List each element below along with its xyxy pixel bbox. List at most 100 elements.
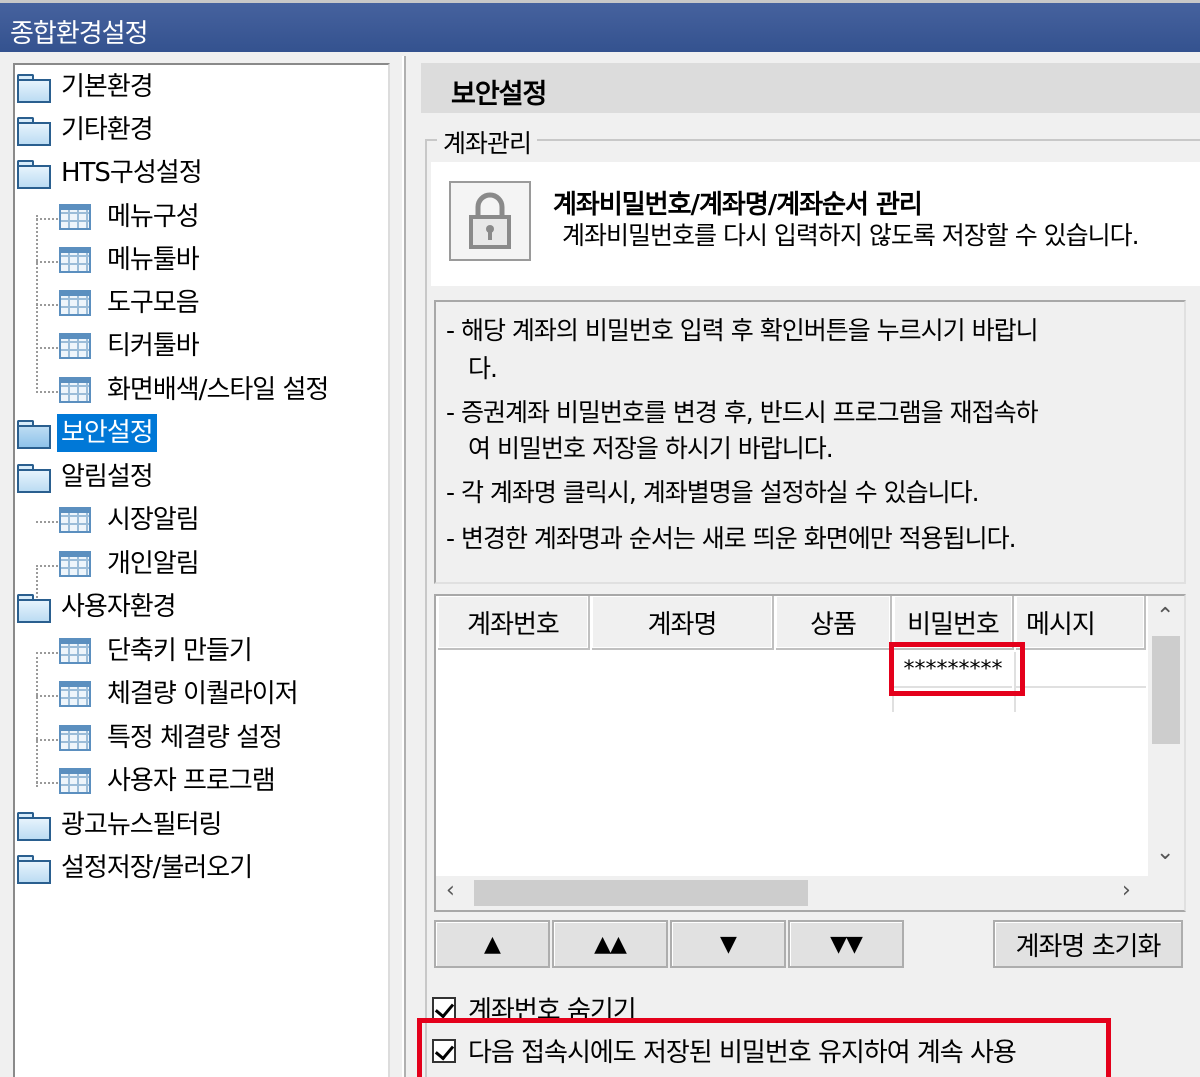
password-cell[interactable]: ********* bbox=[894, 652, 1012, 688]
tree-item-screen-style[interactable]: 화면배색/스타일 설정 bbox=[59, 370, 332, 410]
grid-icon bbox=[59, 681, 91, 707]
scroll-up-icon[interactable]: ⌃ bbox=[1156, 604, 1174, 629]
tree-item-menu-config[interactable]: 메뉴구성 bbox=[59, 197, 203, 237]
hide-account-checkbox-row[interactable]: 계좌번호 숨기기 bbox=[432, 990, 637, 1027]
tree-connector bbox=[36, 652, 58, 654]
tree-item-equalizer[interactable]: 체결량 이퀄라이저 bbox=[59, 674, 302, 714]
tree-connector bbox=[36, 521, 58, 523]
tree-item-label: 도구모음 bbox=[107, 288, 200, 318]
settings-tree[interactable]: 기본환경 기타환경 HTS구성설정 메뉴구성 메뉴툴바 도구모음 티커툴바 화면… bbox=[13, 63, 390, 1077]
tree-connector bbox=[36, 652, 38, 787]
tree-item-label: 설정저장/불러오기 bbox=[61, 853, 253, 883]
move-bottom-button[interactable]: ▼▼ bbox=[788, 920, 904, 968]
tree-item-label: 시장알림 bbox=[107, 505, 200, 535]
tree-item-label: 개인알림 bbox=[107, 549, 200, 579]
tree-item-ticker-toolbar[interactable]: 티커툴바 bbox=[59, 326, 203, 366]
tree-connector bbox=[36, 739, 58, 741]
grid-icon bbox=[59, 725, 91, 751]
note-line: 여 비밀번호 저장을 하시기 바랍니다. bbox=[468, 434, 834, 463]
tree-item-ad-news-filter[interactable]: 광고뉴스필터링 bbox=[17, 805, 225, 845]
hide-account-checkbox[interactable] bbox=[432, 996, 456, 1021]
move-top-button[interactable]: ▲▲ bbox=[552, 920, 668, 968]
tree-item-personal-alert[interactable]: 개인알림 bbox=[59, 544, 203, 584]
tree-item-label: 메뉴구성 bbox=[107, 202, 200, 232]
row-divider bbox=[1016, 686, 1146, 688]
grid-icon bbox=[59, 768, 91, 794]
tree-item-label: 기타환경 bbox=[61, 115, 154, 145]
tree-item-label: 티커툴바 bbox=[107, 331, 200, 361]
grid-icon bbox=[59, 247, 91, 273]
note-line: - 각 계좌명 클릭시, 계좌별명을 설정하실 수 있습니다. bbox=[446, 478, 980, 507]
tree-item-shortcut[interactable]: 단축키 만들기 bbox=[59, 631, 256, 671]
tree-item-user-env[interactable]: 사용자환경 bbox=[17, 587, 180, 627]
tree-item-etc[interactable]: 기타환경 bbox=[17, 110, 157, 150]
grid-icon bbox=[59, 333, 91, 359]
move-down-button[interactable]: ▼ bbox=[670, 920, 786, 968]
tree-item-label: 메뉴툴바 bbox=[107, 245, 200, 275]
vertical-scroll-thumb[interactable] bbox=[1152, 636, 1180, 744]
tree-connector bbox=[36, 695, 58, 697]
account-table[interactable]: 계좌번호 계좌명 상품 비밀번호 메시지 ********* ⌃ ⌄ ‹ › bbox=[434, 594, 1186, 912]
tree-connector bbox=[36, 261, 58, 263]
title-bar: 종합환경설정 bbox=[0, 0, 1200, 52]
window-title: 종합환경설정 bbox=[10, 19, 149, 49]
grid-icon bbox=[59, 638, 91, 664]
column-header-account-name[interactable]: 계좌명 bbox=[592, 596, 774, 650]
tree-item-label: 단축키 만들기 bbox=[107, 636, 253, 666]
tree-item-label: 광고뉴스필터링 bbox=[61, 810, 222, 840]
tree-item-volume-setting[interactable]: 특정 체결량 설정 bbox=[59, 718, 286, 758]
scroll-left-icon[interactable]: ‹ bbox=[446, 878, 455, 903]
tree-connector bbox=[36, 347, 58, 349]
column-header-product[interactable]: 상품 bbox=[776, 596, 892, 650]
scroll-right-icon[interactable]: › bbox=[1122, 878, 1131, 903]
keep-password-checkbox[interactable] bbox=[432, 1038, 456, 1063]
horizontal-scroll-thumb[interactable] bbox=[474, 880, 808, 906]
folder-icon bbox=[17, 855, 51, 884]
grid-icon bbox=[59, 507, 91, 533]
tree-item-alerts[interactable]: 알림설정 bbox=[17, 457, 157, 497]
horizontal-scrollbar[interactable]: ‹ › bbox=[436, 876, 1184, 910]
reset-account-name-button[interactable]: 계좌명 초기화 bbox=[993, 920, 1183, 968]
column-divider bbox=[1014, 652, 1016, 712]
tree-item-label: 사용자환경 bbox=[61, 592, 177, 622]
vertical-scrollbar[interactable]: ⌃ ⌄ bbox=[1148, 596, 1184, 876]
tree-connector bbox=[36, 391, 58, 393]
column-header-password[interactable]: 비밀번호 bbox=[894, 596, 1014, 650]
note-line: - 변경한 계좌명과 순서는 새로 띄운 화면에만 적용됩니다. bbox=[446, 524, 1017, 553]
lock-icon bbox=[449, 181, 531, 261]
tree-item-menu-toolbar[interactable]: 메뉴툴바 bbox=[59, 240, 203, 280]
tree-item-security[interactable]: 보안설정 bbox=[17, 413, 157, 453]
tree-item-label: HTS구성설정 bbox=[61, 158, 203, 188]
tree-item-label: 보안설정 bbox=[57, 414, 157, 452]
tree-item-market-alert[interactable]: 시장알림 bbox=[59, 500, 203, 540]
grid-icon bbox=[59, 204, 91, 230]
folder-icon bbox=[17, 117, 51, 146]
grid-icon bbox=[59, 377, 91, 403]
scroll-down-icon[interactable]: ⌄ bbox=[1156, 840, 1174, 865]
folder-open-icon bbox=[17, 420, 51, 449]
tree-item-label: 사용자 프로그램 bbox=[107, 766, 276, 796]
grid-icon bbox=[59, 290, 91, 316]
notes-box: - 해당 계좌의 비밀번호 입력 후 확인버튼을 누르시기 바랍니 다. - 증… bbox=[434, 300, 1186, 584]
tree-item-user-program[interactable]: 사용자 프로그램 bbox=[59, 761, 279, 801]
folder-icon bbox=[17, 812, 51, 841]
tree-item-hts-config[interactable]: HTS구성설정 bbox=[17, 153, 206, 193]
note-line: - 증권계좌 비밀번호를 변경 후, 반드시 프로그램을 재접속하 bbox=[446, 398, 1039, 427]
tree-item-basic[interactable]: 기본환경 bbox=[17, 67, 157, 107]
panel-splitter[interactable] bbox=[402, 56, 406, 1077]
folder-icon bbox=[17, 160, 51, 189]
note-line: - 해당 계좌의 비밀번호 입력 후 확인버튼을 누르시기 바랍니 bbox=[446, 316, 1039, 345]
tree-connector bbox=[36, 218, 58, 220]
panel-title: 보안설정 bbox=[451, 79, 547, 110]
column-header-account-number[interactable]: 계좌번호 bbox=[438, 596, 590, 650]
keep-password-checkbox-row[interactable]: 다음 접속시에도 저장된 비밀번호 유지하여 계속 사용 bbox=[432, 1032, 1017, 1069]
tree-connector bbox=[36, 782, 58, 784]
column-header-message[interactable]: 메시지 bbox=[1016, 596, 1146, 650]
tree-item-tools[interactable]: 도구모음 bbox=[59, 283, 203, 323]
group-title: 계좌관리 bbox=[437, 124, 538, 160]
tree-item-label: 알림설정 bbox=[61, 462, 154, 492]
folder-icon bbox=[17, 464, 51, 493]
tree-item-save-load[interactable]: 설정저장/불러오기 bbox=[17, 848, 256, 888]
tree-connector bbox=[36, 304, 58, 306]
move-up-button[interactable]: ▲ bbox=[434, 920, 550, 968]
